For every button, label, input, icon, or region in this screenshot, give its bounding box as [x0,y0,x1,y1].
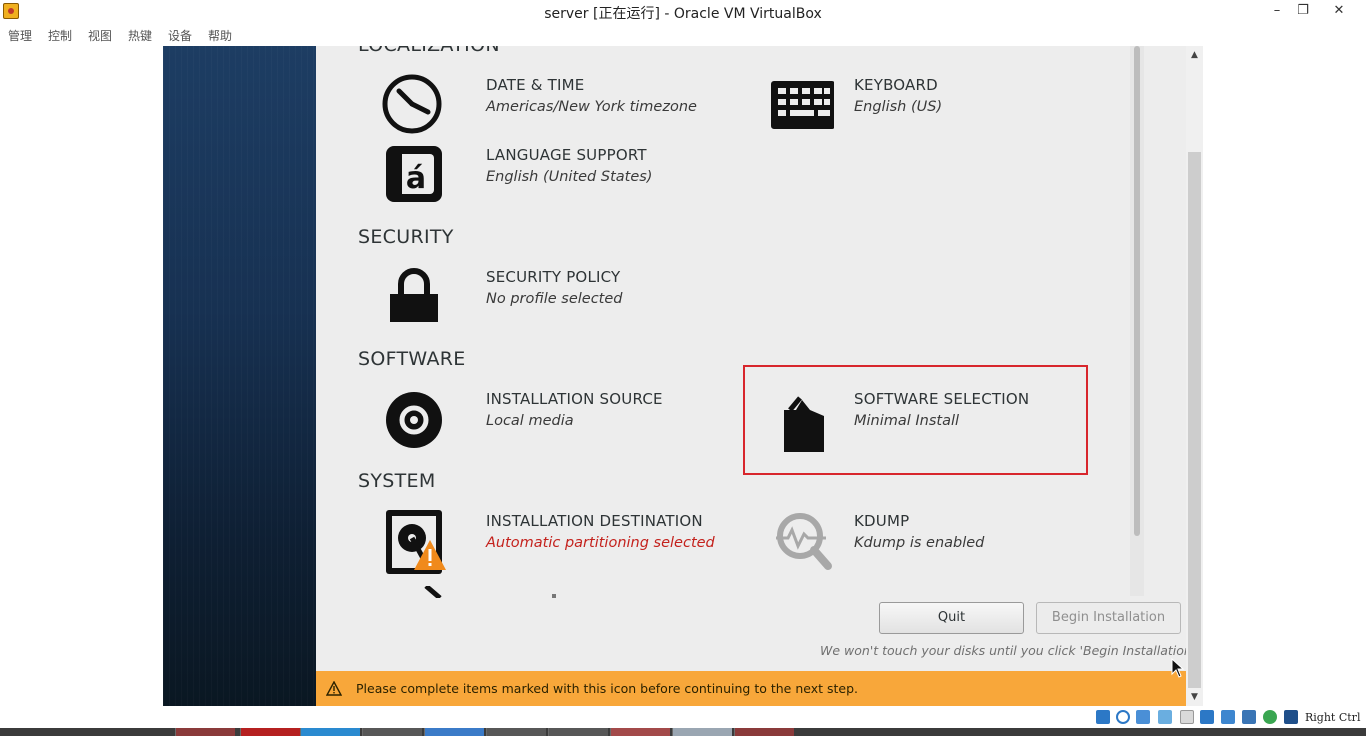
menu-help[interactable]: 帮助 [208,27,232,44]
begin-installation-button[interactable]: Begin Installation [1036,602,1181,634]
menu-control[interactable]: 控制 [48,27,72,44]
disk-note: We won't touch your disks until you clic… [820,643,1186,658]
inner-scrollbar[interactable] [1134,46,1140,536]
section-system: SYSTEM [358,470,436,492]
display-icon[interactable] [1200,710,1214,724]
menu-hotkey[interactable]: 热键 [128,27,152,44]
menu-devices[interactable]: 设备 [168,27,192,44]
spoke-title: INSTALLATION SOURCE [486,390,663,408]
taskbar-item[interactable] [610,728,670,736]
taskbar-item[interactable] [734,728,794,736]
clock-icon [382,74,442,134]
shared-folder-icon[interactable] [1180,710,1194,724]
section-software: SOFTWARE [358,348,466,370]
title-bar: server [正在运行] - Oracle VM VirtualBox – ❐… [0,0,1366,24]
spoke-status: Americas/New York timezone [486,99,697,115]
taskbar-item[interactable] [240,728,300,736]
scroll-up-icon[interactable]: ▲ [1186,50,1203,60]
spoke-status: English (United States) [486,169,653,185]
host-taskbar [0,728,1366,736]
network-status-icon[interactable] [1221,710,1235,724]
spoke-status: No profile selected [486,291,623,307]
spoke-status: English (US) [854,99,943,115]
spoke-language-support[interactable]: á LANGUAGE SUPPORT English (United State… [380,142,760,206]
lock-icon [390,268,438,322]
vm-status-bar: Right Ctrl [0,706,1366,728]
spoke-title: SECURITY POLICY [486,268,621,286]
keyboard-icon [771,81,834,129]
restore-button[interactable]: ❐ [1288,2,1318,20]
taskbar-item[interactable] [362,728,422,736]
spoke-title: LANGUAGE SUPPORT [486,146,647,164]
taskbar-item[interactable] [548,728,608,736]
cpu-icon[interactable] [1263,710,1277,724]
installer-sidebar [163,46,316,706]
section-localization: LOCALIZATION [358,46,500,56]
kdump-icon [776,513,832,570]
spoke-title: INSTALLATION DESTINATION [486,512,703,530]
spoke-title: KEYBOARD [854,76,938,94]
spoke-title: KDUMP [854,512,910,530]
spoke-kdump[interactable]: KDUMP Kdump is enabled [770,508,1110,578]
spoke-title: SOFTWARE SELECTION [854,390,1030,408]
spoke-status: Minimal Install [854,413,960,429]
taskbar-item[interactable] [672,728,732,736]
menu-view[interactable]: 视图 [88,27,112,44]
spoke-date-time[interactable]: DATE & TIME Americas/New York timezone [380,72,760,136]
spoke-keyboard[interactable]: KEYBOARD English (US) [770,72,1110,136]
warning-bar: Please complete items marked with this i… [316,671,1186,706]
spoke-title: DATE & TIME [486,76,585,94]
scroll-thumb[interactable] [1188,152,1201,688]
spoke-installation-source[interactable]: INSTALLATION SOURCE Local media [380,386,760,450]
vm-vertical-scrollbar[interactable]: ▲ ▼ [1186,46,1203,706]
harddisk-icon [386,510,446,574]
menu-manage[interactable]: 管理 [8,27,32,44]
disc-icon [386,392,442,448]
taskbar-item[interactable] [300,728,360,736]
language-icon: á [386,146,442,202]
spoke-software-selection[interactable]: SOFTWARE SELECTION Minimal Install [770,386,1090,456]
audio-icon[interactable] [1136,710,1150,724]
warning-message: Please complete items marked with this i… [356,681,859,696]
network-icon [424,586,556,598]
harddisk-status-icon[interactable] [1096,710,1110,724]
scroll-down-icon[interactable]: ▼ [1186,692,1203,702]
taskbar-item[interactable] [175,728,235,736]
spoke-status: Kdump is enabled [854,535,985,551]
optical-drive-icon[interactable] [1116,710,1130,724]
section-security: SECURITY [358,226,454,248]
spoke-status: Automatic partitioning selected [486,535,715,551]
taskbar-item[interactable] [486,728,546,736]
usb-icon[interactable] [1158,710,1172,724]
close-button[interactable]: ✕ [1324,2,1354,20]
menu-bar: 管理 控制 视图 热键 设备 帮助 [0,24,1366,46]
quit-button[interactable]: Quit [879,602,1024,634]
taskbar-item[interactable] [424,728,484,736]
spoke-security-policy[interactable]: SECURITY POLICY No profile selected [380,264,760,328]
host-key-label: Right Ctrl [1305,711,1361,724]
spoke-status: Local media [486,413,574,429]
package-icon [784,396,824,452]
svg-text:á: á [406,161,426,196]
warning-icon [326,681,342,696]
spoke-installation-destination[interactable]: INSTALLATION DESTINATION Automatic parti… [380,508,770,578]
mouse-cursor-icon [1171,658,1185,678]
recording-icon[interactable] [1242,710,1256,724]
mouse-integration-icon[interactable] [1284,710,1298,724]
window-title: server [正在运行] - Oracle VM VirtualBox [544,6,822,22]
installation-summary: LOCALIZATION DATE & TIME Americas/New Yo… [316,46,1186,671]
